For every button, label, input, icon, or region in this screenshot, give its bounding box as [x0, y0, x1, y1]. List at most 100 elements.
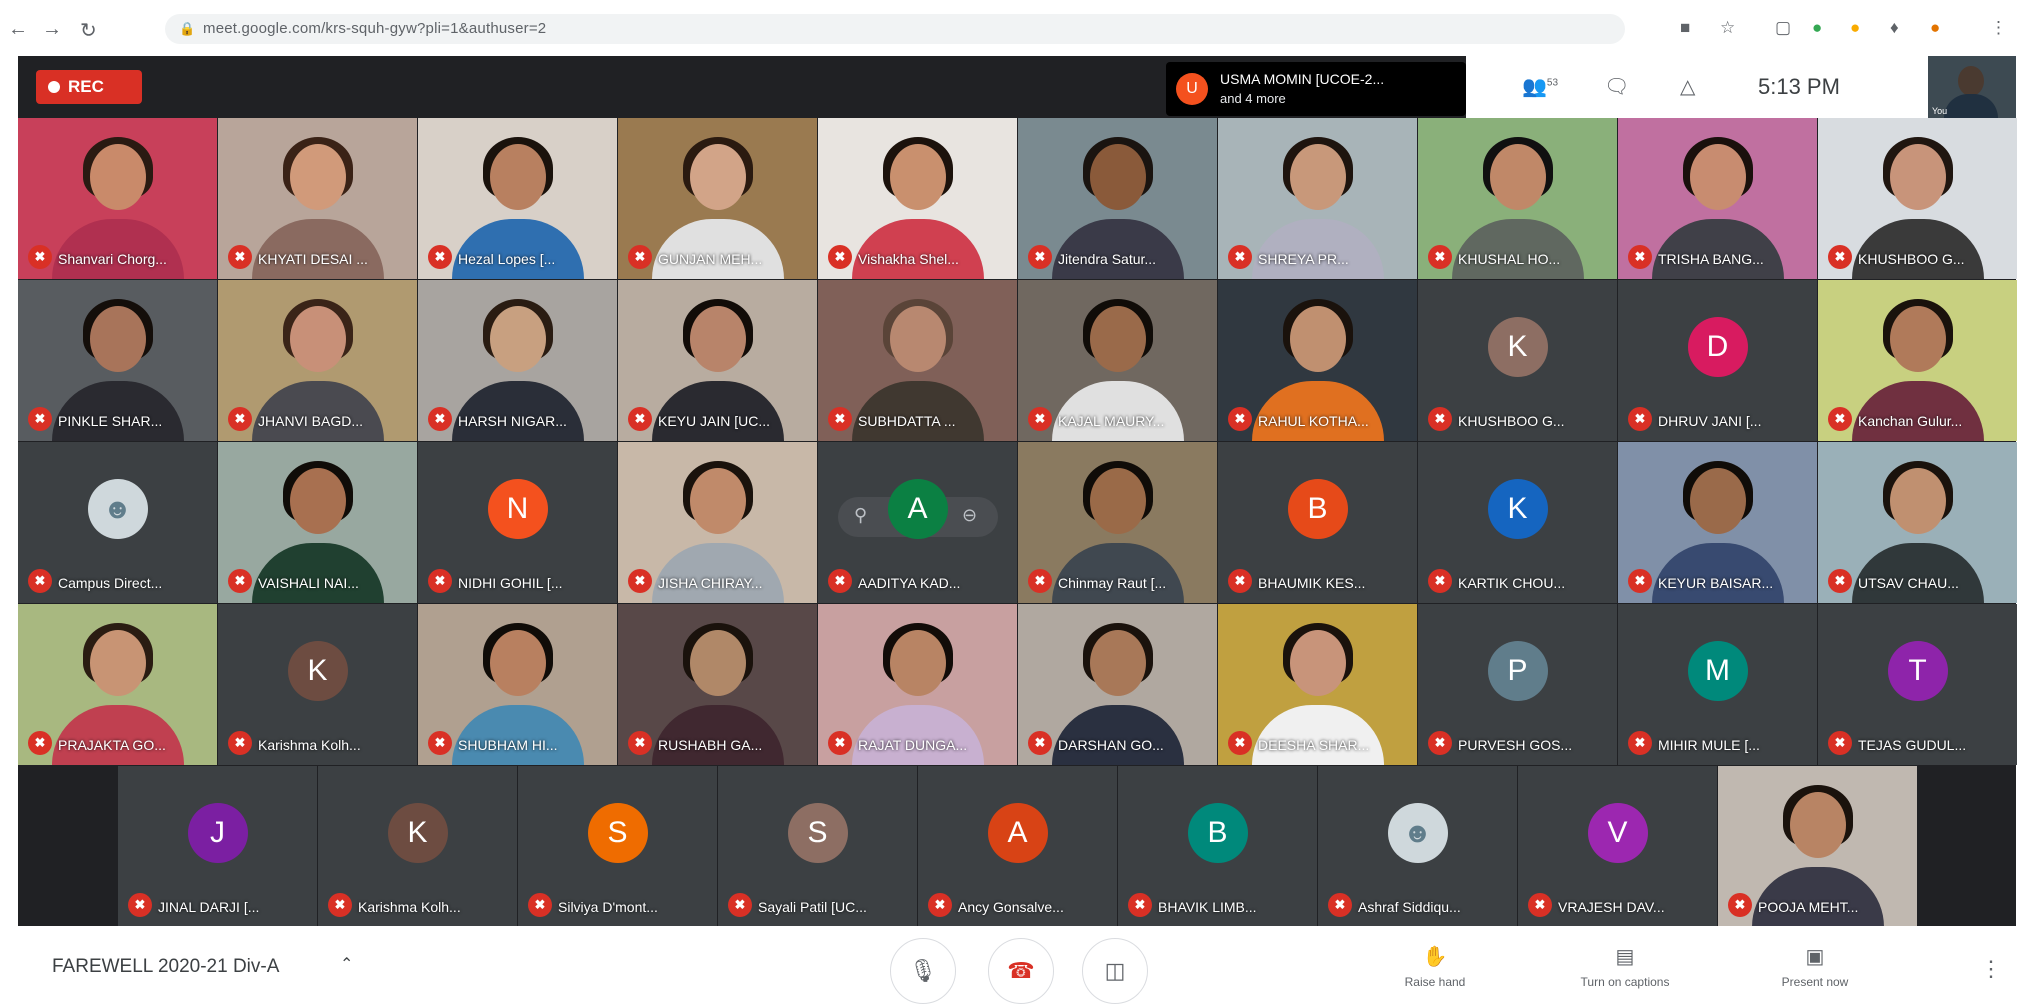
participant-tile[interactable]: ✖ DARSHAN GO... — [1018, 604, 1217, 765]
remove-icon[interactable]: ⊖ — [962, 505, 977, 526]
participant-tile[interactable]: K ✖ Karishma Kolh... — [218, 604, 417, 765]
participant-face — [89, 629, 146, 696]
participant-tile[interactable]: ✖ UTSAV CHAU... — [1818, 442, 2017, 603]
participant-tile[interactable]: ✖ Vishakha Shel... — [818, 118, 1017, 279]
participant-tile[interactable]: J ✖ JINAL DARJI [... — [118, 766, 317, 927]
participant-tile[interactable]: ✖ KEYU JAIN [UC... — [618, 280, 817, 441]
participant-tile[interactable]: ✖ TRISHA BANG... — [1618, 118, 1817, 279]
participant-tile[interactable]: N ✖ NIDHI GOHIL [... — [418, 442, 617, 603]
participant-tile[interactable]: D ✖ DHRUV JANI [... — [1618, 280, 1817, 441]
participant-tile[interactable]: ✖ JHANVI BAGD... — [218, 280, 417, 441]
captions-button[interactable]: ▤ Turn on captions — [1560, 944, 1690, 989]
participant-tile[interactable]: ✖ KHYATI DESAI ... — [218, 118, 417, 279]
participant-tile[interactable]: K ✖ Karishma Kolh... — [318, 766, 517, 927]
participant-tile[interactable]: T ✖ TEJAS GUDUL... — [1818, 604, 2017, 765]
participant-tile[interactable]: ✖ KHUSHBOO G... — [1818, 118, 2017, 279]
address-bar[interactable]: 🔒 meet.google.com/krs-squh-gyw?pli=1&aut… — [165, 14, 1625, 44]
participant-tile[interactable]: ✖ HARSH NIGAR... — [418, 280, 617, 441]
chevron-up-icon[interactable]: ⌃ — [340, 954, 353, 974]
participant-tile[interactable]: ✖ SUBHDATTA ... — [818, 280, 1017, 441]
leave-call-button[interactable]: ☎ — [988, 938, 1054, 1004]
participant-tile[interactable]: ✖ Shanvari Chorg... — [18, 118, 217, 279]
self-view[interactable]: You — [1928, 56, 2016, 118]
muted-mic-icon: ✖ — [1228, 569, 1252, 593]
microphone-button[interactable]: 🎙 — [890, 938, 956, 1004]
participant-body — [851, 705, 984, 765]
muted-mic-icon: ✖ — [428, 731, 452, 755]
participant-tile[interactable]: ☻ ✖ Campus Direct... — [18, 442, 217, 603]
participant-face — [1789, 791, 1846, 858]
more-options-icon[interactable]: ⋮ — [1980, 956, 2002, 982]
present-now-button[interactable]: ▣ Present now — [1750, 944, 1880, 989]
participant-name: KEYU JAIN [UC... — [658, 413, 771, 429]
participant-tile[interactable]: S ✖ Silviya D'mont... — [518, 766, 717, 927]
participant-tile[interactable]: ✖ Kanchan Gulur... — [1818, 280, 2017, 441]
participant-name: HARSH NIGAR... — [458, 413, 567, 429]
people-icon[interactable]: 👥53 — [1522, 74, 1558, 99]
participant-avatar: N — [487, 478, 548, 539]
participant-tile[interactable]: ✖ Chinmay Raut [... — [1018, 442, 1217, 603]
participant-tile[interactable]: ✖ KHUSHAL HO... — [1418, 118, 1617, 279]
microphone-icon: 🎙 — [909, 958, 937, 983]
participant-tile[interactable]: ✖ GUNJAN MEH... — [618, 118, 817, 279]
participant-tile[interactable]: ✖ RAJAT DUNGA... — [818, 604, 1017, 765]
participant-tile[interactable]: ✖ PINKLE SHAR... — [18, 280, 217, 441]
extension-icon-2[interactable]: ● — [1850, 18, 1860, 38]
participant-body — [1651, 219, 1784, 279]
muted-mic-icon: ✖ — [1028, 245, 1052, 269]
browser-menu-icon[interactable]: ⋮ — [1990, 18, 2007, 38]
bookmark-star-icon[interactable]: ☆ — [1720, 18, 1735, 38]
extensions-puzzle-icon[interactable]: ♦ — [1890, 18, 1899, 38]
participant-tile[interactable]: V ✖ VRAJESH DAV... — [1518, 766, 1717, 927]
participant-body — [1651, 543, 1784, 603]
participant-tile[interactable]: ✖ Hezal Lopes [... — [418, 118, 617, 279]
participant-tile[interactable]: ✖ PRAJAKTA GO... — [18, 604, 217, 765]
participant-tile[interactable]: ✖ KEYUR BAISAR... — [1618, 442, 1817, 603]
muted-mic-icon: ✖ — [1228, 245, 1252, 269]
camera-indicator-icon[interactable]: ■ — [1680, 18, 1690, 38]
participant-avatar: K — [287, 640, 348, 701]
forward-icon[interactable]: → — [42, 18, 62, 41]
camera-button[interactable]: ◫ — [1082, 938, 1148, 1004]
cast-icon[interactable]: ▢ — [1775, 18, 1791, 38]
chat-icon[interactable]: 🗨 — [1604, 74, 1629, 99]
participant-tile[interactable]: ✖ SHUBHAM HI... — [418, 604, 617, 765]
profile-avatar-icon[interactable]: ● — [1930, 18, 1940, 38]
participant-body — [851, 381, 984, 441]
participant-tile[interactable]: B ✖ BHAVIK LIMB... — [1118, 766, 1317, 927]
participant-tile[interactable]: ✖ RUSHABH GA... — [618, 604, 817, 765]
activities-icon[interactable]: △ — [1680, 74, 1695, 99]
participant-tile[interactable]: ✖ POOJA MEHT... — [1718, 766, 1917, 927]
raise-hand-button[interactable]: ✋ Raise hand — [1370, 944, 1500, 989]
participant-tile[interactable]: K ✖ KARTIK CHOU... — [1418, 442, 1617, 603]
participant-tile[interactable]: K ✖ KHUSHBOO G... — [1418, 280, 1617, 441]
participant-tile[interactable]: B ✖ BHAUMIK KES... — [1218, 442, 1417, 603]
muted-mic-icon: ✖ — [1828, 731, 1852, 755]
meeting-title[interactable]: FAREWELL 2020-21 Div-A — [52, 956, 279, 978]
pin-icon[interactable]: ⚲ — [854, 505, 867, 526]
join-notification[interactable]: U USMA MOMIN [UCOE-2... and 4 more — [1166, 62, 1466, 116]
participant-tile[interactable]: S ✖ Sayali Patil [UC... — [718, 766, 917, 927]
muted-mic-icon: ✖ — [228, 407, 252, 431]
participant-tile[interactable]: ✖ RAHUL KOTHA... — [1218, 280, 1417, 441]
back-icon[interactable]: ← — [8, 18, 28, 41]
participant-tile[interactable]: A ✖ Ancy Gonsalve... — [918, 766, 1117, 927]
participant-tile[interactable]: ☻ ✖ Ashraf Siddiqu... — [1318, 766, 1517, 927]
participant-tile[interactable]: ✖ VAISHALI NAI... — [218, 442, 417, 603]
extension-icon[interactable]: ● — [1812, 18, 1822, 38]
participant-name: Jitendra Satur... — [1058, 251, 1157, 267]
participant-tile[interactable]: ⚲ ⊖ A ✖ AADITYA KAD... — [818, 442, 1017, 603]
reload-icon[interactable]: ↻ — [80, 18, 97, 43]
muted-mic-icon: ✖ — [1328, 893, 1352, 917]
participant-tile[interactable]: ✖ Jitendra Satur... — [1018, 118, 1217, 279]
participant-tile[interactable]: ✖ KAJAL MAURY... — [1018, 280, 1217, 441]
muted-mic-icon: ✖ — [1428, 731, 1452, 755]
participant-tile[interactable]: P ✖ PURVESH GOS... — [1418, 604, 1617, 765]
participant-face — [689, 143, 746, 210]
participant-name: DHRUV JANI [... — [1658, 413, 1762, 429]
participant-tile[interactable]: ✖ DEESHA SHAR... — [1218, 604, 1417, 765]
participant-tile[interactable]: ✖ SHREYA PR... — [1218, 118, 1417, 279]
muted-mic-icon: ✖ — [428, 407, 452, 431]
participant-tile[interactable]: M ✖ MIHIR MULE [... — [1618, 604, 1817, 765]
participant-tile[interactable]: ✖ JISHA CHIRAY... — [618, 442, 817, 603]
